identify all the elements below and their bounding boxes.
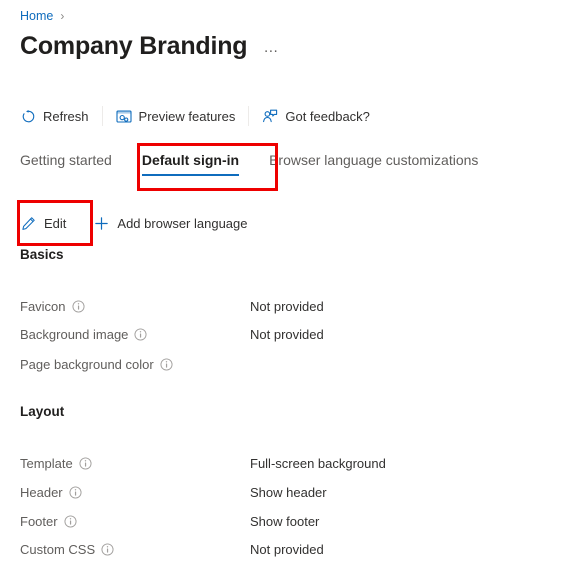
section-title-basics: Basics: [20, 247, 64, 262]
property-row-template: Template Full-screen background: [20, 456, 550, 471]
tab-browser-language-customizations-label: Browser language customizations: [269, 152, 479, 168]
page-background-color-label: Page background color: [20, 357, 250, 372]
refresh-label: Refresh: [43, 108, 89, 124]
preview-features-label: Preview features: [138, 108, 236, 124]
action-bar: Edit Add browser language: [20, 209, 248, 237]
property-row-background-image: Background image Not provided: [20, 327, 550, 342]
add-browser-language-button[interactable]: Add browser language: [93, 215, 248, 231]
tab-getting-started[interactable]: Getting started: [20, 152, 112, 176]
tab-default-sign-in-label: Default sign-in: [141, 152, 240, 168]
property-row-favicon: Favicon Not provided: [20, 299, 550, 314]
page-title: Company Branding: [20, 32, 248, 60]
edit-button[interactable]: Edit: [20, 215, 66, 231]
header-value: Show header: [250, 485, 327, 500]
plus-icon: [93, 215, 109, 231]
command-separator: [101, 106, 103, 126]
breadcrumb-home-link[interactable]: Home: [20, 9, 53, 23]
tab-getting-started-label: Getting started: [20, 152, 112, 168]
got-feedback-button[interactable]: Got feedback?: [262, 101, 370, 131]
edit-label: Edit: [44, 215, 67, 231]
more-options-icon[interactable]: …: [263, 39, 280, 56]
background-image-value: Not provided: [250, 327, 324, 342]
info-icon[interactable]: [64, 515, 77, 528]
property-row-custom-css: Custom CSS Not provided: [20, 542, 550, 557]
command-bar: Refresh Preview features Got feedback?: [20, 101, 370, 131]
favicon-label: Favicon: [20, 299, 250, 314]
footer-label: Footer: [20, 514, 250, 529]
info-icon[interactable]: [79, 457, 92, 470]
refresh-icon: [20, 108, 36, 124]
template-value: Full-screen background: [250, 456, 386, 471]
feedback-icon: [262, 108, 278, 124]
tab-browser-language-customizations[interactable]: Browser language customizations: [269, 152, 478, 176]
page-title-row: Company Branding …: [20, 31, 280, 62]
tab-default-sign-in[interactable]: Default sign-in: [141, 152, 240, 176]
footer-value: Show footer: [250, 514, 320, 529]
info-icon[interactable]: [101, 543, 114, 556]
background-image-label: Background image: [20, 327, 250, 342]
property-row-header: Header Show header: [20, 485, 550, 500]
property-row-footer: Footer Show footer: [20, 514, 550, 529]
chevron-right-icon: ›: [60, 9, 65, 23]
header-label: Header: [20, 485, 250, 500]
info-icon[interactable]: [134, 328, 147, 341]
info-icon[interactable]: [69, 486, 82, 499]
preview-features-icon: [115, 108, 132, 124]
preview-features-button[interactable]: Preview features: [115, 101, 236, 131]
section-title-layout: Layout: [20, 404, 65, 419]
info-icon[interactable]: [160, 358, 173, 371]
command-separator: [248, 106, 250, 126]
template-label: Template: [20, 456, 250, 471]
got-feedback-label: Got feedback?: [285, 108, 370, 124]
property-row-page-background-color: Page background color: [20, 357, 550, 372]
tab-list: Getting started Default sign-in Browser …: [20, 152, 508, 176]
custom-css-value: Not provided: [250, 542, 324, 557]
pencil-icon: [20, 215, 36, 231]
info-icon[interactable]: [71, 300, 85, 313]
breadcrumb: Home ›: [20, 9, 64, 23]
tab-selected-underline: [141, 174, 240, 176]
favicon-value: Not provided: [250, 299, 324, 314]
refresh-button[interactable]: Refresh: [20, 101, 89, 131]
add-browser-language-label: Add browser language: [117, 215, 248, 231]
custom-css-label: Custom CSS: [20, 542, 250, 557]
